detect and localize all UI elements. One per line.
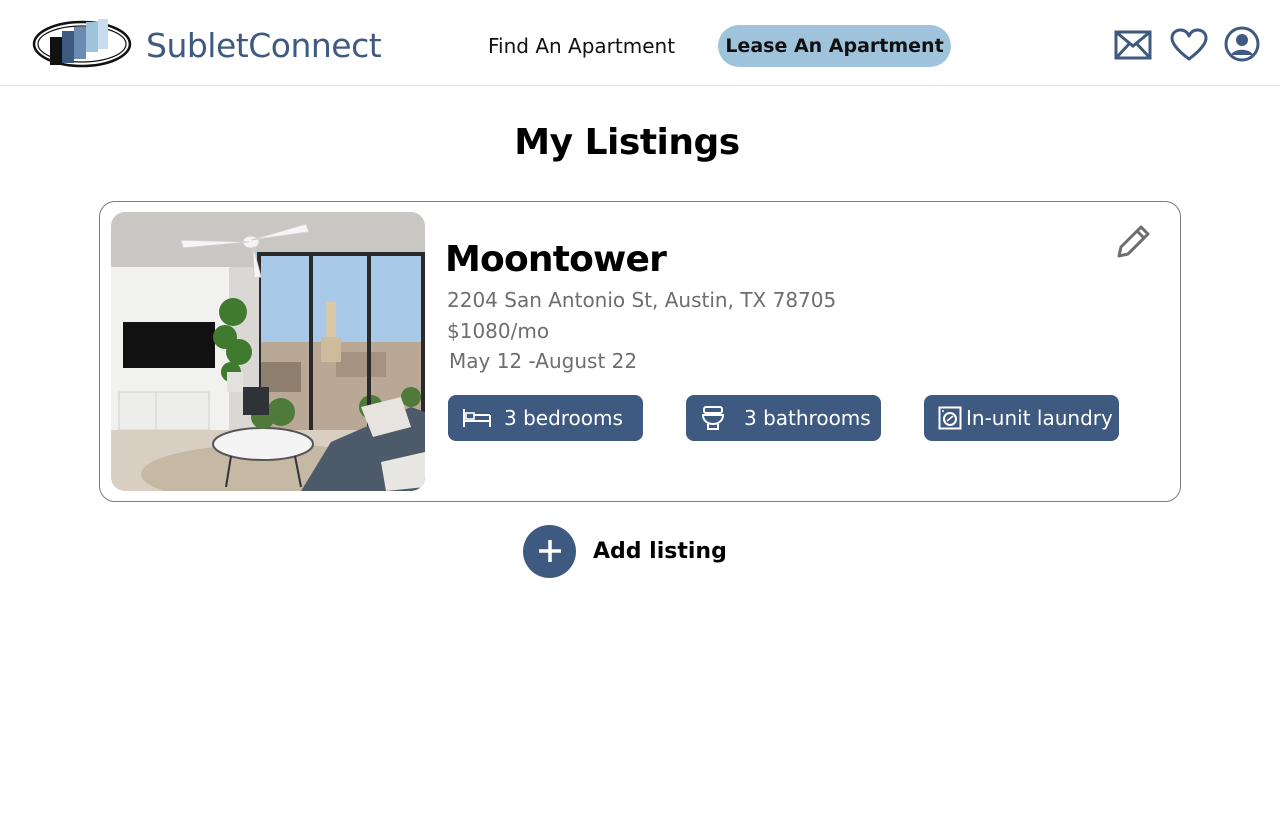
plus-icon[interactable] xyxy=(523,524,576,578)
pencil-icon[interactable] xyxy=(1114,221,1154,261)
tag-bathrooms-label: 3 bathrooms xyxy=(744,406,871,430)
brand-name[interactable]: SubletConnect xyxy=(146,26,382,65)
listing-card[interactable]: Moontower 2204 San Antonio St, Austin, T… xyxy=(99,201,1181,502)
nav-lease-apartment[interactable]: Lease An Apartment xyxy=(718,25,951,67)
logo-icon[interactable] xyxy=(32,17,132,71)
tag-laundry-label: In-unit laundry xyxy=(966,406,1113,430)
tag-bathrooms: 3 bathrooms xyxy=(686,395,881,441)
listing-name[interactable]: Moontower xyxy=(445,239,667,280)
listing-price: $1080/mo xyxy=(447,319,550,343)
tag-bedrooms: 3 bedrooms xyxy=(448,395,643,441)
bed-icon xyxy=(463,409,491,427)
listing-dates: May 12 -August 22 xyxy=(449,349,638,373)
washer-icon xyxy=(938,406,962,430)
heart-icon[interactable] xyxy=(1170,28,1208,62)
tag-bedrooms-label: 3 bedrooms xyxy=(504,406,623,430)
user-icon[interactable] xyxy=(1224,26,1260,62)
listing-photo[interactable] xyxy=(111,212,425,491)
mail-icon[interactable] xyxy=(1114,30,1152,60)
listing-address: 2204 San Antonio St, Austin, TX 78705 xyxy=(447,288,837,312)
top-nav: SubletConnect Find An Apartment Lease An… xyxy=(0,0,1280,86)
add-listing-label[interactable]: Add listing xyxy=(593,539,727,564)
tag-laundry: In-unit laundry xyxy=(924,395,1119,441)
nav-find-apartment[interactable]: Find An Apartment xyxy=(488,34,675,58)
page-title: My Listings xyxy=(514,122,740,163)
add-listing-button[interactable]: Add listing xyxy=(523,524,727,578)
toilet-icon xyxy=(701,406,725,430)
